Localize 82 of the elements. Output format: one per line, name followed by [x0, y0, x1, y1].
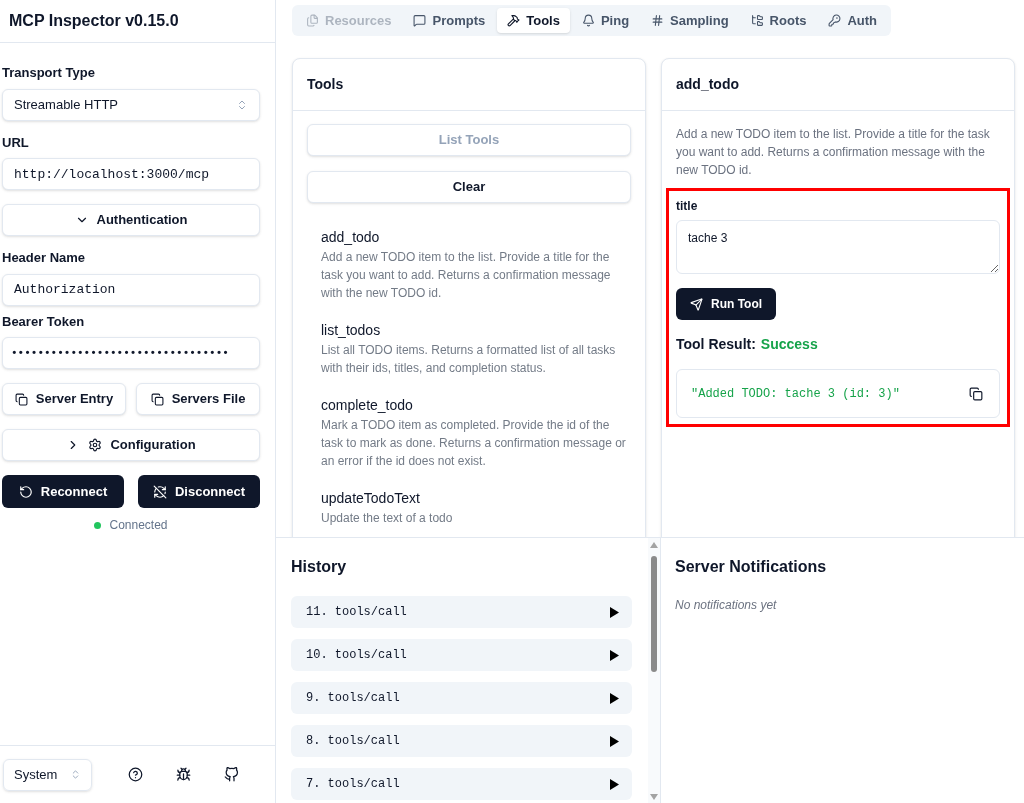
field-label: Transport Type	[2, 64, 96, 82]
card-title: add_todo	[676, 75, 739, 94]
header-name-field[interactable]: Authorization	[2, 273, 260, 306]
empty-notifications-text: No notifications yet	[675, 597, 778, 614]
tab[interactable]: Sampling	[641, 8, 739, 33]
tab[interactable]: Auth	[818, 8, 888, 33]
history-label: 8. tools/call	[306, 733, 400, 750]
run-tool-button[interactable]: Run Tool	[676, 288, 777, 320]
bug-icon[interactable]	[176, 767, 191, 782]
refresh-off-icon	[152, 484, 167, 499]
disconnect-button[interactable]: Disconnect	[138, 475, 260, 508]
card-title: Tools	[307, 75, 344, 94]
tool-name: add_todo	[321, 228, 381, 247]
tool-name: updateTodoText	[321, 489, 421, 508]
clear-button[interactable]: Clear	[307, 171, 631, 203]
theme-select[interactable]: System	[3, 758, 92, 791]
tab-icon	[507, 14, 521, 27]
result-label: Tool Result:	[676, 335, 756, 354]
bearer-token-field[interactable]: •••••••••••••••••••••••••••••••••	[2, 337, 260, 369]
github-icon[interactable]	[223, 767, 239, 782]
history-label: 10. tools/call	[306, 647, 407, 664]
tab-icon	[306, 14, 319, 27]
triangle-right-icon	[609, 735, 619, 747]
configuration-toggle[interactable]: Configuration	[2, 429, 260, 461]
settings-icon	[88, 438, 103, 452]
reconnect-button[interactable]: Reconnect	[2, 475, 124, 508]
field-label: Bearer Token	[2, 312, 86, 331]
field-label: Header Name	[2, 249, 87, 267]
tool-list-item[interactable]: updateTodoText Update the text of a todo	[321, 488, 627, 527]
tool-name: list_todos	[321, 321, 382, 340]
param-label: title	[676, 198, 699, 215]
triangle-right-icon	[609, 649, 619, 661]
result-output: "Added TODO: tache 3 (id: 3)"	[691, 385, 900, 403]
history-label: 11. tools/call	[306, 604, 407, 621]
triangle-right-icon	[609, 692, 619, 704]
tool-description: Mark a TODO item as completed. Provide the id of the task to mark as done. Returns a confirmation message or an error if the id does not exist.	[321, 417, 627, 470]
reload-icon	[18, 484, 33, 499]
tab-icon	[581, 14, 595, 27]
copy-icon	[150, 392, 164, 406]
tab[interactable]: Prompts	[403, 8, 496, 33]
history-item[interactable]: 11. tools/call	[291, 596, 632, 628]
field-label: URL	[2, 133, 30, 152]
tab-icon	[651, 14, 665, 27]
history-item[interactable]: 9. tools/call	[291, 682, 632, 714]
copy-button[interactable]: Servers File	[136, 383, 260, 415]
app-title: MCP Inspector v0.15.0	[9, 11, 179, 31]
copy-button[interactable]: Server Entry	[2, 383, 126, 415]
copy-icon[interactable]	[969, 386, 983, 401]
url-field[interactable]: http://localhost:3000/mcp	[2, 158, 260, 190]
tool-description: Add a new TODO item to the list. Provide a title for the task you want to add. Returns a confirmation message with the new TODO id.	[676, 126, 991, 179]
history-item[interactable]: 10. tools/call	[291, 639, 632, 671]
history-label: 7. tools/call	[306, 776, 400, 793]
param-field[interactable]: tache 3	[676, 220, 1000, 274]
tab[interactable]: Ping	[571, 8, 640, 33]
result-status: Success	[760, 335, 818, 354]
tab-icon	[413, 14, 427, 27]
history-title: History	[291, 557, 348, 577]
tool-name: complete_todo	[321, 396, 414, 415]
chevrons-icon	[70, 769, 81, 780]
triangle-right-icon	[609, 606, 619, 618]
history-item[interactable]: 8. tools/call	[291, 725, 632, 757]
status-text: Connected	[109, 517, 168, 534]
tab[interactable]: Roots	[740, 8, 817, 33]
tool-list-item[interactable]: complete_todo Mark a TODO item as completed. Provide the id of the task to mark as done. Returns a confirmation message or an error if the id does not exist.	[321, 395, 627, 470]
send-icon	[690, 297, 703, 311]
tool-description: Update the text of a todo	[321, 510, 454, 527]
notifications-title: Server Notifications	[675, 557, 828, 577]
history-label: 9. tools/call	[306, 690, 400, 707]
history-item[interactable]: 7. tools/call	[291, 768, 632, 800]
tool-description: List all TODO items. Returns a formatted list of all tasks with their ids, titles, and completion status.	[321, 342, 617, 377]
chevrons-icon	[236, 98, 248, 111]
tool-list-item[interactable]: list_todos List all TODO items. Returns a formatted list of all tasks with their ids, titles, and completion status.	[321, 320, 627, 377]
copy-icon	[14, 392, 28, 406]
tab[interactable]: Tools	[497, 8, 570, 33]
tab-icon	[828, 14, 842, 27]
authentication-toggle[interactable]: Authentication	[2, 204, 260, 236]
tool-description: Add a new TODO item to the list. Provide a title for the task you want to add. Returns a confirmation message with the new TODO id.	[321, 249, 612, 302]
tab-icon	[750, 14, 764, 27]
triangle-right-icon	[609, 778, 619, 790]
tool-list-item[interactable]: add_todo Add a new TODO item to the list. Provide a title for the task you want to add. Returns a confirmation message with the new TODO id.	[321, 227, 627, 302]
transport-select[interactable]: Streamable HTTP	[2, 88, 260, 121]
help-icon[interactable]	[128, 767, 144, 782]
